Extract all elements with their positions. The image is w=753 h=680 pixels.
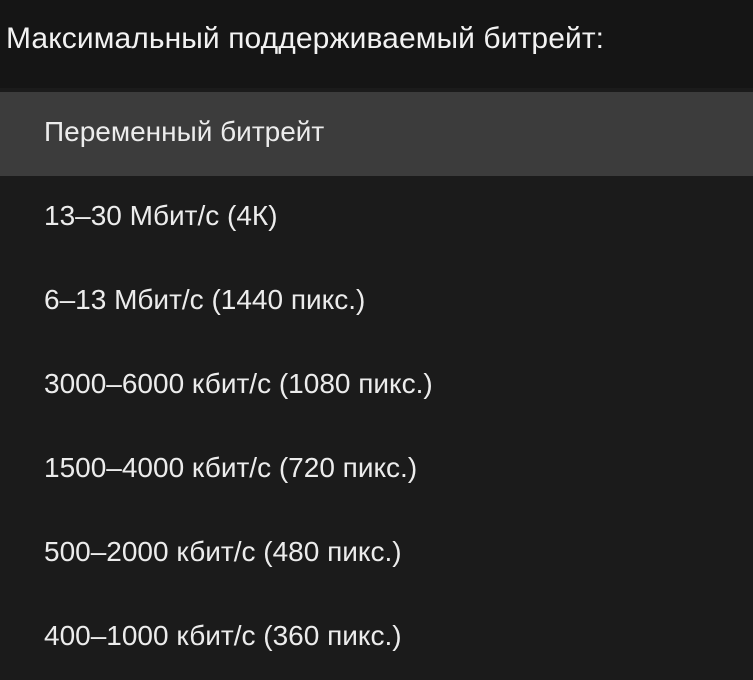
bitrate-option-4k[interactable]: 13–30 Мбит/с (4К)	[0, 176, 753, 260]
bitrate-dropdown-panel: Максимальный поддерживаемый битрейт: Пер…	[0, 0, 753, 651]
bitrate-option-variable[interactable]: Переменный битрейт	[0, 92, 753, 176]
bitrate-option-label: 400–1000 кбит/с (360 пикс.)	[44, 620, 402, 651]
bitrate-option-label: 13–30 Мбит/с (4К)	[44, 200, 278, 231]
bitrate-option-label: 500–2000 кбит/с (480 пикс.)	[44, 536, 402, 567]
bitrate-option-label: 3000–6000 кбит/с (1080 пикс.)	[44, 368, 433, 399]
bitrate-option-1440[interactable]: 6–13 Мбит/с (1440 пикс.)	[0, 260, 753, 344]
bitrate-option-label: Переменный битрейт	[44, 116, 325, 147]
bitrate-option-360[interactable]: 400–1000 кбит/с (360 пикс.)	[0, 596, 753, 680]
bitrate-options-list: Переменный битрейт 13–30 Мбит/с (4К) 6–1…	[0, 92, 753, 680]
bitrate-option-480[interactable]: 500–2000 кбит/с (480 пикс.)	[0, 512, 753, 596]
bitrate-option-label: 6–13 Мбит/с (1440 пикс.)	[44, 284, 366, 315]
bitrate-header-label: Максимальный поддерживаемый битрейт:	[6, 22, 605, 55]
bitrate-option-1080[interactable]: 3000–6000 кбит/с (1080 пикс.)	[0, 344, 753, 428]
bitrate-option-720[interactable]: 1500–4000 кбит/с (720 пикс.)	[0, 428, 753, 512]
bitrate-header: Максимальный поддерживаемый битрейт:	[0, 0, 753, 88]
bitrate-option-label: 1500–4000 кбит/с (720 пикс.)	[44, 452, 418, 483]
